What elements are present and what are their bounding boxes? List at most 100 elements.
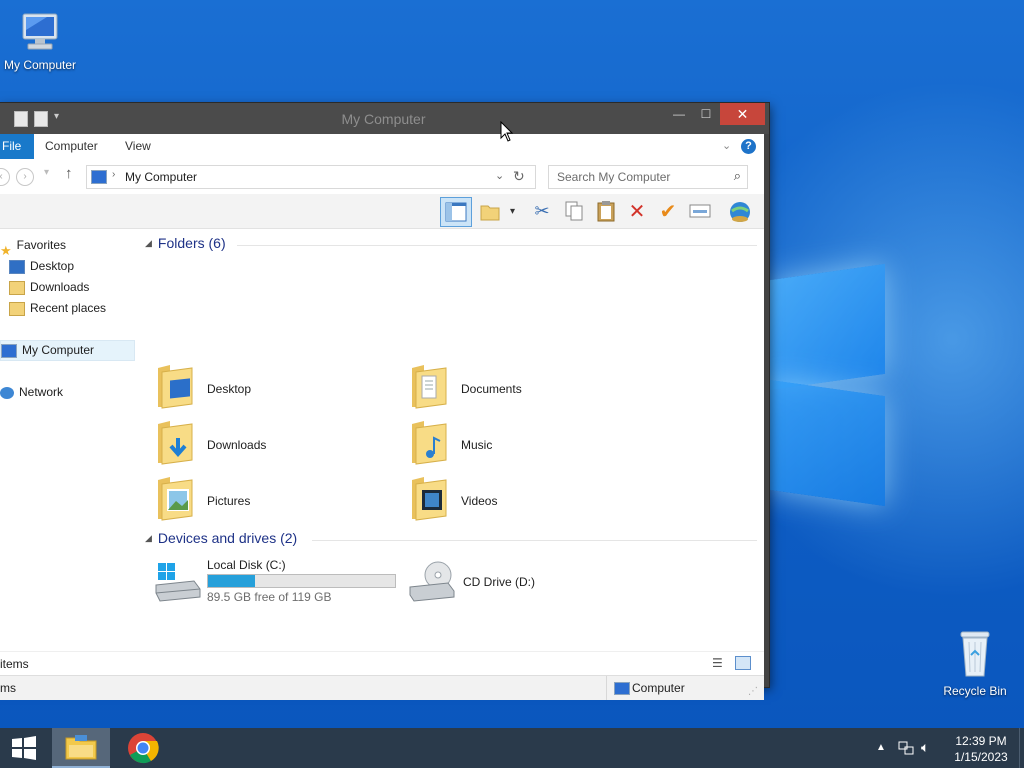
drive-name: Local Disk (C:) [207,558,286,572]
folder-label: Pictures [207,494,251,508]
delete-icon[interactable]: ✕ [625,199,649,223]
nav-my-computer[interactable]: My Computer [0,340,135,361]
cd-drive-icon [409,561,455,602]
group-divider [312,540,757,541]
drive-usage-fill [208,575,255,587]
show-hidden-icons-icon[interactable]: ▲ [876,742,886,753]
cut-icon[interactable]: ✂ [530,199,554,223]
clock-time: 12:39 PM [955,734,1007,748]
folder-label: Videos [461,494,498,508]
show-desktop-button[interactable] [1019,728,1024,768]
back-button[interactable]: ‹ [0,168,10,186]
network-globe-icon[interactable] [728,199,752,223]
rename-checkmark-icon[interactable]: ✔ [656,199,680,223]
details-bar: ms Computer ⋰ [0,675,764,700]
start-button[interactable] [0,728,48,768]
command-toolbar: ▾ ✂ ✕ ✔ [0,194,764,229]
desktop-icon-recycle-bin[interactable]: Recycle Bin [935,630,1015,698]
network-tray-icon[interactable] [898,740,914,755]
desktop-icon-my-computer[interactable]: My Computer [0,10,80,72]
clock[interactable]: 12:39 PM 1/15/2023 [944,733,1018,765]
minimize-button[interactable]: — [664,103,694,125]
forward-button[interactable]: › [16,168,34,186]
folder-label: Music [461,438,493,452]
taskbar-file-explorer[interactable] [52,728,110,768]
nav-network[interactable]: Network [0,382,63,403]
computer-icon [614,682,630,695]
collapse-icon[interactable]: ◢ [145,238,152,248]
desktop-icon [9,259,25,274]
downloads-folder-icon [158,421,193,465]
details-location: Computer [632,681,685,695]
content-area: ★ Favorites Desktop Downloads Recent plac… [0,229,764,651]
music-folder-icon [412,421,447,465]
pictures-folder-icon [158,477,193,521]
search-placeholder: Search My Computer [557,170,671,184]
drives-header-text: Devices and drives (2) [157,530,298,546]
nav-recent-places[interactable]: Recent places [9,298,106,319]
explorer-window[interactable]: ▾ My Computer — ☐ ✕ File Computer View ⌄… [0,103,769,700]
details-left-text: ms [0,681,16,695]
chrome-icon [128,733,159,764]
drive-cd-d[interactable]: CD Drive (D:) [408,557,608,607]
preview-pane-icon[interactable] [440,197,472,227]
recycle-bin-icon [955,630,995,680]
collapse-icon[interactable]: ◢ [145,533,152,543]
wallpaper-logo-pane-bottom [770,379,885,507]
computer-icon [17,10,63,54]
properties-icon[interactable] [688,199,712,223]
address-dropdown-icon[interactable]: ⌄ [495,169,504,182]
paste-icon[interactable] [594,199,618,223]
drives-group-header[interactable]: ◢ Devices and drives (2) [145,530,297,546]
expand-ribbon-icon[interactable]: ⌄ [722,139,731,152]
up-arrow-icon[interactable]: ↑ [65,165,73,182]
windows-logo-icon [12,736,36,760]
help-icon[interactable]: ? [741,139,756,154]
volume-icon[interactable]: 🔈︎ [921,739,929,756]
address-bar[interactable]: › My Computer ⌄ ↻ [86,165,536,189]
videos-folder-icon [412,477,447,521]
search-input[interactable]: Search My Computer ⌕ [548,165,748,189]
tab-file[interactable]: File [0,134,34,159]
drive-name: CD Drive (D:) [463,575,535,589]
nav-label: Recent places [30,301,107,315]
folder-label: Documents [461,382,522,396]
taskbar-chrome[interactable] [118,728,168,768]
tab-view[interactable]: View [125,134,151,159]
title-bar[interactable]: ▾ My Computer — ☐ ✕ [0,103,769,134]
address-text[interactable]: My Computer [125,170,197,184]
copy-icon[interactable] [562,199,586,223]
recent-locations-icon[interactable]: ▾ [44,167,49,178]
nav-downloads[interactable]: Downloads [9,277,89,298]
search-icon[interactable]: ⌕ [734,168,741,184]
folder-options-dropdown-icon[interactable]: ▾ [510,206,515,217]
computer-icon [1,343,17,358]
status-bar: items ☰ [0,651,764,676]
ribbon-tabs: File Computer View ⌄ ? [0,134,764,160]
details-view-icon[interactable]: ☰ [712,656,723,670]
nav-label: Favorites [16,238,67,252]
breadcrumb-chevron-icon[interactable]: › [112,169,115,180]
details-divider [606,676,607,700]
nav-favorites[interactable]: ★ Favorites [0,235,67,258]
address-toolbar: ‹ › ▾ ↑ › My Computer ⌄ ↻ Search My Comp… [0,159,764,194]
large-icons-view-icon[interactable] [735,656,751,670]
drive-local-disk-c[interactable]: Local Disk (C:) 89.5 GB free of 119 GB [154,557,399,607]
computer-icon [91,170,107,184]
group-divider [237,245,757,246]
folder-options-icon[interactable] [478,199,502,223]
folder-label: Downloads [207,438,267,452]
close-button[interactable]: ✕ [720,103,765,125]
resize-grip-icon[interactable]: ⋰ [748,686,758,697]
nav-label: Network [19,385,64,399]
folders-group-header[interactable]: ◢ Folders (6) [145,235,226,251]
refresh-icon[interactable]: ↻ [513,168,525,185]
desktop-icon-label: My Computer [3,58,77,72]
star-icon: ★ [0,242,12,258]
folder-label: Desktop [207,382,252,396]
nav-label: Downloads [30,280,90,294]
nav-desktop[interactable]: Desktop [9,256,74,277]
network-icon [0,386,14,399]
tab-computer[interactable]: Computer [45,134,98,159]
maximize-button[interactable]: ☐ [691,103,721,125]
